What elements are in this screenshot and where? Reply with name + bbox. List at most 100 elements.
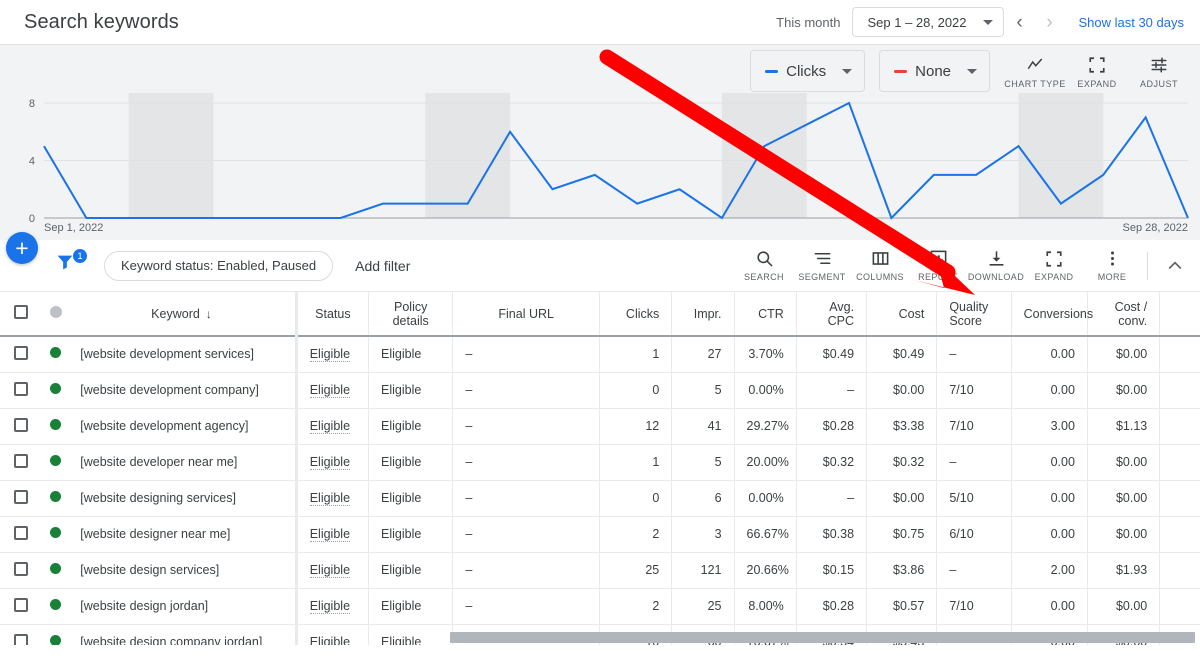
table-row[interactable]: [website development services] Eligible El… [0, 336, 1200, 373]
segment-button[interactable]: SEGMENT [793, 249, 851, 282]
ctr-column-header[interactable]: CTR [734, 292, 797, 337]
avg-cpc-cell: $0.28 [796, 588, 868, 625]
table-row[interactable]: [website designing services] Eligible Elig… [0, 480, 1200, 517]
keyword-cell[interactable]: [website designer near me] [68, 516, 298, 553]
cost-per-conv-cell: $1.93 [1087, 552, 1161, 589]
avg-cpc-cell: $0.28 [796, 408, 868, 445]
add-filter-button[interactable]: Add filter [355, 258, 410, 274]
secondary-metric-select[interactable]: None [879, 50, 990, 92]
row-checkbox[interactable] [14, 345, 28, 360]
clicks-cell: 2 [599, 588, 673, 625]
table-row[interactable]: [website design services] Eligible Eligibl… [0, 552, 1200, 589]
table-row[interactable]: [website developer near me] Eligible Eligi… [0, 444, 1200, 481]
policy-details-column-header[interactable]: Policy details [368, 292, 454, 337]
clicks-column-header[interactable]: Clicks [599, 292, 673, 337]
table-row[interactable]: [website designer near me] Eligible Eligib… [0, 516, 1200, 553]
report-button[interactable]: REPORT [909, 249, 967, 282]
table-row[interactable]: [website development agency] Eligible Elig… [0, 408, 1200, 445]
chart-type-button[interactable]: CHART TYPE [1004, 50, 1066, 89]
table-row[interactable]: [website design jordan] Eligible Eligible –… [0, 588, 1200, 625]
filter-button[interactable]: 1 [54, 248, 87, 281]
status-text: Eligible [309, 526, 351, 542]
impressions-column-header[interactable]: Impr. [671, 292, 735, 337]
final-url-text: – [465, 563, 473, 577]
status-enabled-icon [50, 455, 62, 466]
download-button[interactable]: DOWNLOAD [967, 249, 1025, 282]
status-enabled-icon [50, 419, 62, 430]
report-label: REPORT [918, 272, 958, 282]
collapse-chart-button[interactable] [1158, 249, 1192, 283]
show-last-30-days-link[interactable]: Show last 30 days [1078, 15, 1184, 30]
row-checkbox[interactable] [14, 597, 28, 612]
quality-score-column-header[interactable]: Quality Score [936, 292, 1012, 337]
columns-button[interactable]: COLUMNS [851, 249, 909, 282]
impressions-cell: 121 [671, 552, 735, 589]
row-checkbox[interactable] [14, 525, 28, 540]
row-checkbox[interactable] [14, 561, 28, 576]
row-checkbox[interactable] [14, 489, 28, 504]
final-url-text: – [465, 455, 473, 469]
chart-expand-button[interactable]: EXPAND [1066, 50, 1128, 89]
horizontal-scrollbar[interactable] [450, 632, 1195, 643]
chart-adjust-button[interactable]: ADJUST [1128, 50, 1190, 89]
avg-cpc-column-header[interactable]: Avg. CPC [796, 292, 868, 337]
quality-score-cell: – [936, 552, 1012, 589]
row-checkbox[interactable] [14, 633, 28, 645]
row-status-cell [38, 552, 69, 589]
keyword-cell[interactable]: [website design company jordan] [68, 624, 298, 646]
policy-cell: Eligible [368, 336, 454, 373]
keyword-column-header[interactable]: Keyword ↓ [68, 292, 298, 337]
previous-period-button[interactable]: ‹ [1004, 7, 1034, 37]
row-checkbox[interactable] [14, 381, 28, 396]
keyword-cell[interactable]: [website development company] [68, 372, 298, 409]
expand-button[interactable]: EXPAND [1025, 250, 1083, 282]
quality-score-cell: 6/10 [936, 516, 1012, 553]
keyword-cell[interactable]: [website design jordan] [68, 588, 298, 625]
adjust-icon [1151, 57, 1167, 73]
row-checkbox[interactable] [14, 453, 28, 468]
final-url-column-header[interactable]: Final URL [452, 292, 600, 337]
keyword-text: [website development services] [80, 346, 254, 361]
ctr-cell: 20.66% [734, 552, 797, 589]
more-button[interactable]: MORE [1083, 249, 1141, 282]
date-range-select[interactable]: Sep 1 – 28, 2022 [852, 7, 1005, 37]
primary-metric-select[interactable]: Clicks [750, 50, 866, 92]
cost-per-conv-cell: $1.13 [1087, 408, 1161, 445]
row-overflow-cell [1159, 516, 1200, 553]
table-body: [website development services] Eligible El… [0, 336, 1200, 645]
status-column-header[interactable]: Status [296, 292, 370, 337]
keyword-text: [website designer near me] [80, 526, 231, 541]
search-button[interactable]: SEARCH [735, 249, 793, 282]
conversions-column-header[interactable]: Conversions [1011, 292, 1093, 337]
keyword-cell[interactable]: [website designing services] [68, 480, 298, 517]
keyword-cell[interactable]: [website developer near me] [68, 444, 298, 481]
final-url-cell: – [452, 372, 600, 409]
next-period-button[interactable]: › [1034, 7, 1064, 37]
status-cell: Eligible [296, 588, 370, 625]
table-row[interactable]: [website development company] Eligible Eli… [0, 372, 1200, 409]
cost-per-conv-column-header[interactable]: Cost / conv. [1087, 292, 1161, 337]
add-keyword-button[interactable]: + [6, 232, 38, 264]
status-text: Eligible [309, 346, 351, 362]
status-text: Eligible [309, 598, 351, 614]
keyword-text: [website development company] [80, 382, 259, 397]
quality-score-cell: – [936, 444, 1012, 481]
select-all-checkbox[interactable] [14, 305, 28, 319]
keyword-cell[interactable]: [website design services] [68, 552, 298, 589]
chart-adjust-label: ADJUST [1139, 79, 1178, 89]
keyword-header-label: Keyword [151, 306, 200, 321]
keyword-cell[interactable]: [website development agency] [68, 408, 298, 445]
final-url-text: – [465, 419, 473, 433]
final-url-cell: – [452, 444, 600, 481]
keyword-status-filter-chip[interactable]: Keyword status: Enabled, Paused [104, 250, 334, 281]
cost-column-header[interactable]: Cost [866, 292, 938, 337]
policy-text: Eligible [381, 455, 422, 469]
chart-type-icon [1027, 58, 1043, 70]
cost-per-conv-cell: $0.00 [1087, 444, 1161, 481]
row-select-cell [0, 408, 39, 445]
row-overflow-cell [1159, 372, 1200, 409]
clicks-cell: 0 [599, 480, 673, 517]
row-checkbox[interactable] [14, 417, 28, 432]
keyword-cell[interactable]: [website development services] [68, 336, 298, 373]
keyword-text: [website design company jordan] [80, 634, 263, 646]
